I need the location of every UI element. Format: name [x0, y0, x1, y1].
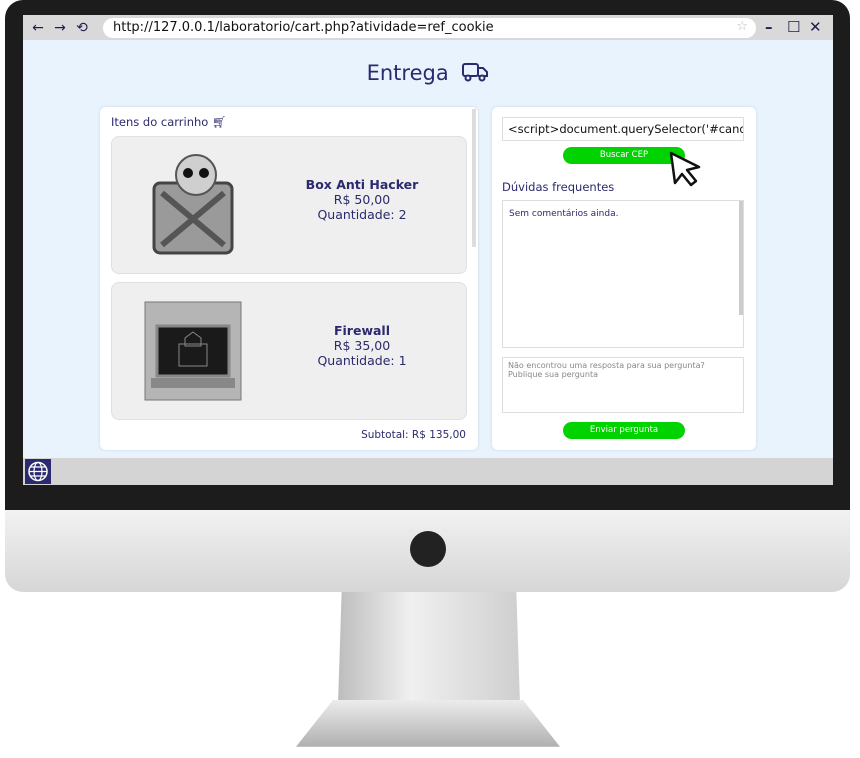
taskbar — [23, 458, 833, 485]
cep-input[interactable]: <script>document.querySelector('#candi — [502, 117, 744, 141]
item-name: Box Anti Hacker — [305, 177, 419, 192]
cart-panel: Itens do carrinho 🛒︎ Box Anti Hacker R$ 5… — [100, 107, 478, 450]
cart-heading-text: Itens do carrinho — [111, 115, 209, 129]
item-name: Firewall — [333, 323, 391, 338]
box-product-image — [152, 154, 234, 255]
screen: ← → ⟲ http://127.0.0.1/laboratorio/cart.… — [23, 15, 833, 485]
back-button[interactable]: ← — [27, 20, 49, 36]
maximize-button[interactable]: ☐ — [787, 18, 800, 36]
item-price: R$ 35,00 — [333, 338, 391, 353]
faq-empty-text: Sem comentários ainda. — [509, 209, 619, 219]
question-textarea[interactable]: Não encontrou uma resposta para sua perg… — [502, 357, 744, 413]
monitor-stand — [338, 592, 520, 704]
item-info: Box Anti Hacker R$ 50,00 Quantidade: 2 — [282, 177, 442, 222]
mouse-cursor-icon — [669, 151, 701, 187]
cart-item: Firewall R$ 35,00 Quantidade: 1 — [111, 282, 467, 420]
buscar-cep-button[interactable]: Buscar CEP — [563, 147, 685, 164]
scrollbar[interactable] — [739, 201, 743, 315]
cart-icon: 🛒︎ — [212, 115, 227, 129]
globe-icon[interactable] — [25, 459, 51, 484]
scrollbar[interactable] — [472, 109, 476, 247]
faq-heading: Dúvidas frequentes — [502, 180, 615, 194]
shipping-panel: <script>document.querySelector('#candi B… — [492, 107, 756, 450]
bookmark-star-icon[interactable]: ☆ — [736, 19, 748, 34]
subtotal: Subtotal: R$ 135,00 — [361, 429, 466, 441]
firewall-product-image — [144, 301, 242, 401]
cart-item: Box Anti Hacker R$ 50,00 Quantidade: 2 — [111, 136, 467, 274]
item-price: R$ 50,00 — [333, 192, 391, 207]
faq-list: Sem comentários ainda. — [502, 200, 744, 348]
monitor-button — [410, 531, 446, 567]
item-quantity: Quantidade: 1 — [317, 353, 407, 368]
url-text: http://127.0.0.1/laboratorio/cart.php?at… — [113, 20, 494, 35]
page-title-text: Entrega — [366, 61, 449, 85]
reload-button[interactable]: ⟲ — [71, 20, 93, 36]
minimize-button[interactable]: – — [765, 18, 773, 36]
enviar-pergunta-button[interactable]: Enviar pergunta — [563, 422, 685, 439]
page-title: Entrega — [23, 61, 833, 85]
item-quantity: Quantidade: 2 — [317, 207, 407, 222]
forward-button[interactable]: → — [49, 20, 71, 36]
truck-icon — [462, 63, 489, 82]
monitor-base — [296, 700, 560, 747]
item-info: Firewall R$ 35,00 Quantidade: 1 — [282, 323, 442, 368]
cart-heading: Itens do carrinho 🛒︎ — [111, 115, 227, 129]
browser-toolbar: ← → ⟲ http://127.0.0.1/laboratorio/cart.… — [23, 15, 833, 40]
close-button[interactable]: ✕ — [809, 18, 822, 36]
address-bar[interactable]: http://127.0.0.1/laboratorio/cart.php?at… — [103, 18, 756, 38]
